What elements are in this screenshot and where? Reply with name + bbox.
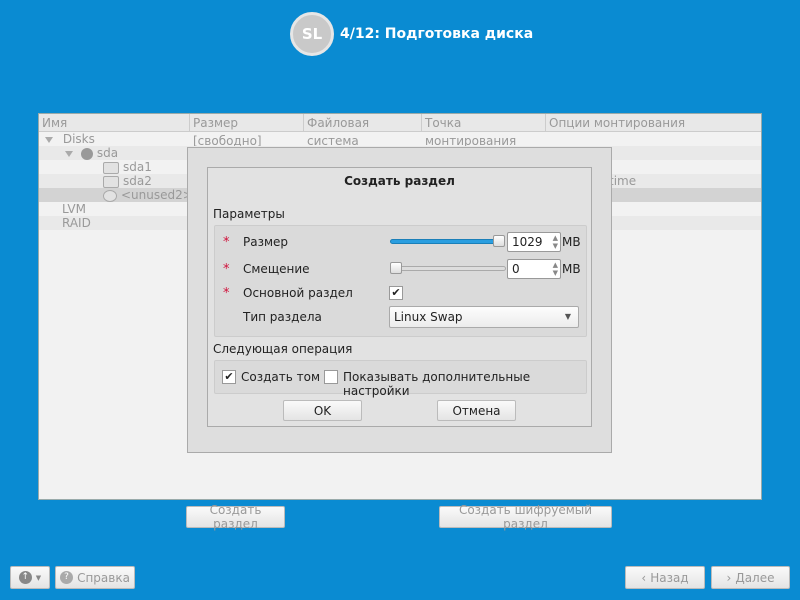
size-unit: MB (562, 235, 581, 249)
column-header-fs[interactable]: Файловая система (304, 114, 422, 148)
help-button[interactable]: ? Справка (55, 566, 135, 589)
create-partition-button[interactable]: Создать раздел (186, 503, 285, 531)
next-label: Далее (735, 570, 775, 585)
column-header-name[interactable]: Имя (39, 114, 190, 132)
spin-arrows-icon[interactable]: ▲ ▼ (553, 234, 558, 250)
column-header-mount[interactable]: Точка монтирования (422, 114, 546, 148)
cancel-button[interactable]: Отмена (437, 400, 516, 421)
chevron-down-icon: ▼ (564, 312, 571, 321)
create-volume-checkbox[interactable]: ✔ (222, 370, 236, 384)
next-button[interactable]: › Далее (711, 566, 790, 589)
offset-slider[interactable] (390, 266, 506, 271)
help-label: Справка (77, 570, 130, 585)
expand-icon[interactable] (65, 150, 73, 157)
create-partition-dialog: Создать раздел Параметры * Размер 1029 ▲ ▼… (207, 167, 592, 427)
partition-type-select[interactable]: Linux Swap ▼ (389, 306, 579, 328)
show-advanced-label: Показывать дополнительные настройки (343, 370, 531, 398)
row-label: <unused2> (121, 188, 193, 202)
disk-icon (80, 147, 93, 160)
create-encrypted-partition-button[interactable]: Создать шифруемый раздел (439, 503, 612, 531)
spin-arrows-icon[interactable]: ▲ ▼ (553, 261, 558, 277)
required-icon: * (223, 262, 230, 277)
offset-slider-handle[interactable] (390, 262, 402, 274)
chevron-right-icon: › (726, 570, 732, 585)
free-space-icon (103, 189, 117, 202)
row-label: sda (96, 146, 119, 160)
column-header-size[interactable]: Размер [свободно] (190, 114, 304, 148)
offset-unit: MB (562, 262, 581, 276)
expand-icon[interactable] (45, 136, 53, 143)
row-label: sda1 (123, 160, 152, 174)
back-button[interactable]: ‹ Назад (625, 566, 705, 589)
chevron-left-icon: ‹ (641, 570, 647, 585)
partition-type-value: Linux Swap (394, 310, 463, 324)
ok-button[interactable]: OK (283, 400, 362, 421)
header: SL 4/12: Подготовка диска (290, 8, 533, 60)
row-label: Disks (62, 132, 95, 146)
arrow-up-icon: ↑ (18, 571, 32, 584)
offset-label: Смещение (243, 262, 310, 276)
partition-icon (103, 175, 119, 188)
show-advanced-checkbox[interactable] (324, 370, 338, 384)
back-label: Назад (650, 570, 689, 585)
params-group-label: Параметры (213, 207, 285, 221)
chevron-down-icon: ▼ (35, 573, 42, 582)
tree-row-disks[interactable]: Disks (39, 132, 761, 146)
logo: SL (290, 12, 334, 56)
create-volume-label: Создать том (241, 370, 321, 384)
type-label: Тип раздела (243, 310, 322, 324)
mount-options-cell: time (609, 174, 637, 188)
next-op-group-label: Следующая операция (213, 342, 353, 356)
dialog-title: Создать раздел (344, 174, 455, 188)
menu-button[interactable]: ↑ ▼ (10, 566, 50, 589)
offset-spinbox[interactable]: 0 ▲ ▼ (507, 259, 561, 279)
page-title: 4/12: Подготовка диска (340, 26, 534, 42)
primary-label: Основной раздел (243, 286, 353, 300)
size-spinbox[interactable]: 1029 ▲ ▼ (507, 232, 561, 252)
size-slider-handle[interactable] (493, 235, 505, 247)
offset-value: 0 (512, 262, 520, 276)
size-value: 1029 (512, 235, 543, 249)
column-header-options[interactable]: Опции монтирования (546, 114, 761, 132)
row-label: sda2 (123, 174, 152, 188)
required-icon: * (223, 235, 230, 250)
required-icon: * (223, 286, 230, 301)
primary-checkbox[interactable]: ✔ (389, 286, 403, 300)
partition-icon (103, 161, 119, 174)
size-slider[interactable] (390, 239, 500, 244)
help-icon: ? (60, 571, 74, 584)
size-label: Размер (243, 235, 289, 249)
